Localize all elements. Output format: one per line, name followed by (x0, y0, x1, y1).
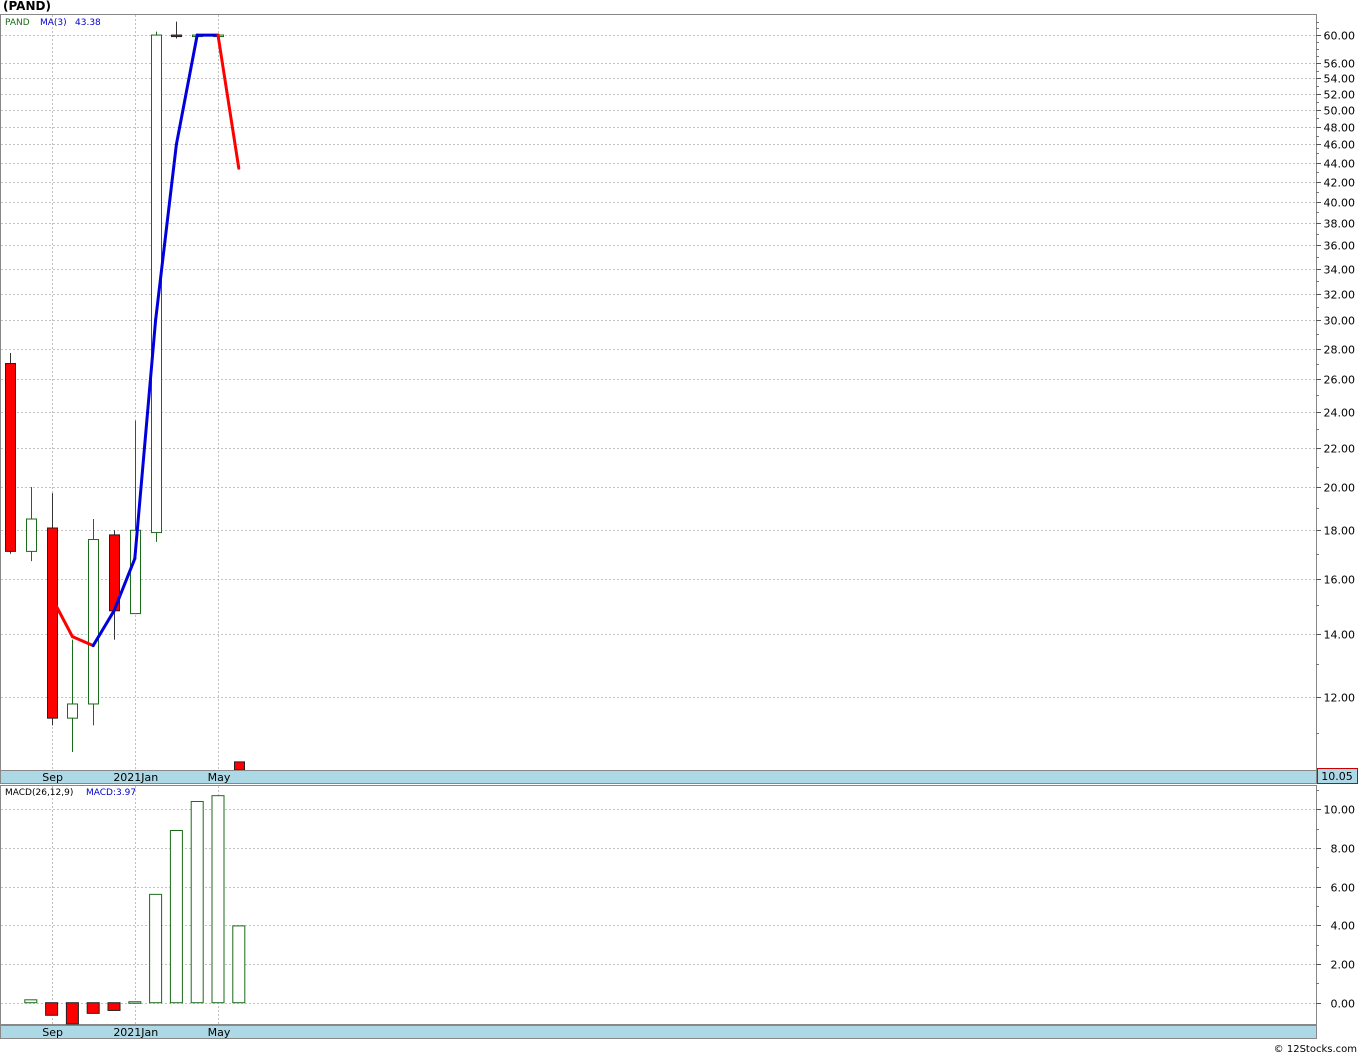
price-y-tick-label: 48.00 (1324, 122, 1356, 135)
price-y-tick-label: 14.00 (1324, 629, 1356, 642)
price-x-axis: Sep 2021Jan May 10.05 (0, 768, 1358, 784)
chart-canvas: (PAND) 60.00 56.00 54.00 52.00 50.00 48.00 46.… (0, 0, 1358, 1055)
macd-bar (107, 1002, 121, 1011)
price-x-tick-label: Sep (42, 771, 63, 784)
copyright-footer: © 12Stocks.com (1274, 1044, 1357, 1055)
macd-bar (86, 1002, 100, 1014)
price-y-tick-label: 38.00 (1324, 218, 1356, 231)
price-x-axis-band (0, 770, 1317, 784)
candle-body (171, 34, 182, 38)
candle-body (5, 363, 16, 552)
price-x-tick-label: 2021Jan (113, 771, 158, 784)
price-y-tick-label: 60.00 (1324, 30, 1356, 43)
last-price-label: 10.05 (1321, 770, 1353, 783)
macd-y-tick-label: 4.00 (1331, 920, 1356, 933)
price-y-tick-label: 12.00 (1324, 692, 1356, 705)
candle-body (67, 703, 78, 719)
price-y-tick-label: 52.00 (1324, 89, 1356, 102)
macd-x-tick-label: May (208, 1026, 231, 1039)
macd-x-tick-label: Sep (42, 1026, 63, 1039)
macd-y-tick-label: 8.00 (1331, 843, 1356, 856)
price-y-tick-label: 36.00 (1324, 240, 1356, 253)
price-y-tick-label: 32.00 (1324, 289, 1356, 302)
macd-legend: MACD(26,12,9) (5, 788, 73, 798)
macd-bar (232, 925, 246, 1004)
price-y-tick-label: 20.00 (1324, 482, 1356, 495)
macd-y-tick-label: 2.00 (1331, 959, 1356, 972)
price-y-tick-label: 56.00 (1324, 58, 1356, 71)
macd-y-tick-label: 10.00 (1324, 804, 1356, 817)
price-y-tick-label: 26.00 (1324, 374, 1356, 387)
macd-bar (149, 893, 163, 1004)
macd-bar (169, 830, 183, 1004)
macd-x-axis-band (0, 1025, 1317, 1039)
price-y-tick-label: 46.00 (1324, 139, 1356, 152)
price-x-tick-label: May (208, 771, 231, 784)
candle-body (234, 761, 245, 771)
price-y-axis: 60.00 56.00 54.00 52.00 50.00 48.00 46.00 44.00… (1316, 22, 1356, 734)
ma-value-legend: 43.38 (75, 18, 101, 28)
price-y-tick-label: 16.00 (1324, 574, 1356, 587)
chart-title: (PAND) (3, 0, 51, 13)
candle-body (88, 539, 99, 705)
price-panel: 60.00 56.00 54.00 52.00 50.00 48.00 46.00 44.00… (0, 14, 1356, 771)
macd-value-legend: MACD:3.97 (86, 788, 136, 798)
price-y-tick-label: 40.00 (1324, 197, 1356, 210)
macd-bar (211, 795, 225, 1004)
macd-y-axis: 10.00 8.00 6.00 4.00 2.00 0.00 (1316, 790, 1356, 1011)
macd-y-tick-label: 0.00 (1331, 998, 1356, 1011)
price-y-tick-label: 34.00 (1324, 264, 1356, 277)
candle (5, 352, 16, 554)
price-y-tick-label: 54.00 (1324, 73, 1356, 86)
price-y-tick-label: 22.00 (1324, 443, 1356, 456)
macd-bar (128, 1001, 142, 1004)
price-y-tick-label: 24.00 (1324, 407, 1356, 420)
ma-legend: MA(3) (40, 18, 67, 28)
candle-body (26, 518, 37, 552)
candle (234, 761, 245, 771)
macd-bar (24, 999, 38, 1004)
macd-panel: 10.008.006.004.002.000.00 MACD(26,12,9) … (0, 785, 1356, 1025)
price-y-tick-label: 18.00 (1324, 525, 1356, 538)
candle (88, 519, 99, 726)
price-y-tick-label: 42.00 (1324, 177, 1356, 190)
price-y-tick-label: 50.00 (1324, 105, 1356, 118)
macd-x-tick-label: 2021Jan (113, 1026, 158, 1039)
candle-body (47, 527, 58, 719)
macd-x-axis: Sep 2021Jan May (0, 1025, 1317, 1039)
macd-y-tick-label: 6.00 (1331, 882, 1356, 895)
macd-bar (190, 800, 204, 1004)
ticker-legend: PAND (5, 18, 30, 28)
price-y-tick-label: 44.00 (1324, 158, 1356, 171)
macd-bar (65, 1002, 79, 1025)
price-y-tick-label: 30.00 (1324, 315, 1356, 328)
candle (47, 493, 58, 726)
macd-bar (45, 1002, 59, 1016)
price-y-tick-label: 28.00 (1324, 344, 1356, 357)
